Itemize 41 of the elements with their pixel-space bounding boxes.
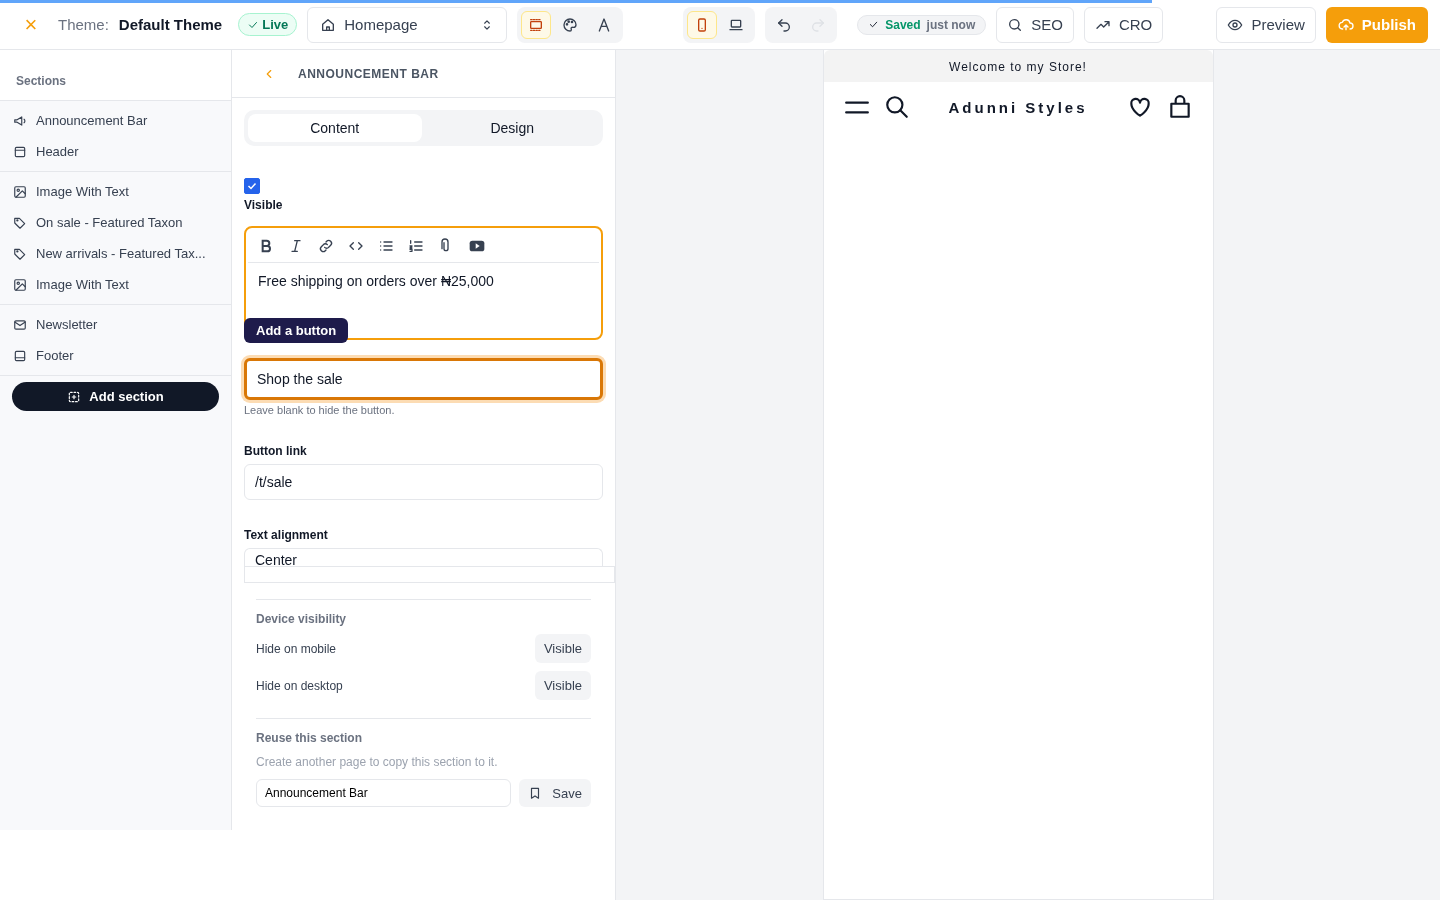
- seo-button[interactable]: SEO: [996, 6, 1074, 43]
- sidebar-title: Sections: [0, 50, 231, 101]
- store-brand: Adunni Styles: [947, 98, 1089, 116]
- section-item[interactable]: Image With Text: [0, 176, 231, 207]
- tooltip: Add a button: [244, 318, 349, 343]
- field-hint: Leave blank to hide the button.: [244, 404, 396, 416]
- row-label: Hide on desktop: [256, 678, 343, 693]
- preview-button[interactable]: Preview: [1216, 6, 1316, 43]
- section-item[interactable]: Footer: [0, 340, 231, 371]
- section-heading: Reuse this section: [256, 731, 364, 745]
- button-link-field[interactable]: /t/sale: [244, 464, 603, 500]
- section-heading: Device visibility: [256, 612, 348, 626]
- panel-title: ANNOUNCEMENT BAR: [298, 66, 439, 81]
- button-text-field[interactable]: Shop the sale: [244, 358, 603, 400]
- visibility-toggle[interactable]: Visible: [534, 634, 591, 663]
- field-label: Text alignment: [244, 528, 329, 542]
- tab[interactable]: Content: [248, 114, 422, 142]
- visible-label: Visible: [244, 198, 284, 212]
- page-name-field[interactable]: Announcement Bar: [256, 779, 512, 807]
- tab[interactable]: Design: [425, 114, 599, 142]
- add-section-button[interactable]: Add section: [12, 382, 219, 411]
- theme-label: Theme:: [58, 16, 109, 33]
- section-item[interactable]: Announcement Bar: [0, 105, 231, 136]
- save-status: Saved just now: [857, 14, 987, 35]
- reuse-hint: Create another page to copy this section to it.: [256, 755, 499, 769]
- cro-button[interactable]: CRO: [1083, 6, 1164, 43]
- save-button[interactable]: Save: [519, 779, 591, 807]
- field-label: Button link: [244, 444, 308, 458]
- section-item[interactable]: On sale - Featured Taxon: [0, 207, 231, 238]
- theme-name: Default Theme: [118, 16, 223, 33]
- editor-text: Free shipping on orders over ₦25,000: [257, 272, 495, 291]
- section-item[interactable]: New arrivals - Featured Tax...: [0, 238, 231, 269]
- visibility-toggle[interactable]: Visible: [534, 671, 591, 700]
- live-badge: Live: [238, 13, 298, 36]
- section-item[interactable]: Image With Text: [0, 269, 231, 300]
- alignment-select[interactable]: Center: [244, 548, 603, 566]
- row-label: Hide on mobile: [256, 641, 337, 656]
- section-item[interactable]: Header: [0, 136, 231, 167]
- announcement-bar: Welcome to my Store!: [823, 50, 1213, 82]
- page-select[interactable]: Homepage: [307, 6, 508, 43]
- section-item[interactable]: Newsletter: [0, 309, 231, 340]
